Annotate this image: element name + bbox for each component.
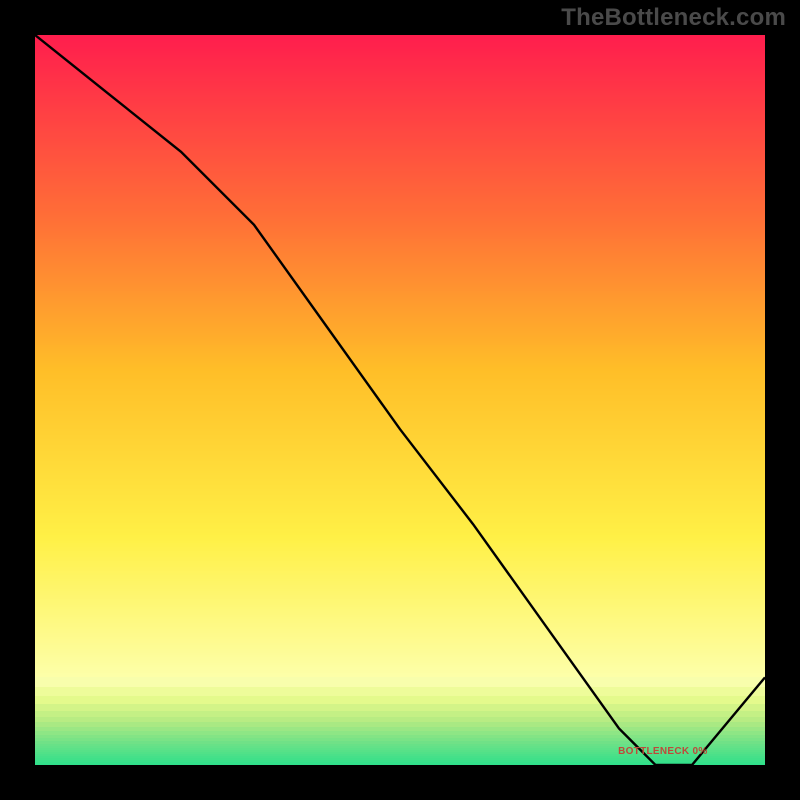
minimum-annotation: BOTTLENECK 0% xyxy=(618,746,707,757)
plot-frame: BOTTLENECK 0% xyxy=(30,30,770,770)
watermark-text: TheBottleneck.com xyxy=(561,4,786,32)
plot-area: BOTTLENECK 0% xyxy=(35,35,765,765)
chart-stage: TheBottleneck.com BOTTLENECK 0% xyxy=(0,0,800,800)
bottleneck-curve xyxy=(35,35,765,765)
